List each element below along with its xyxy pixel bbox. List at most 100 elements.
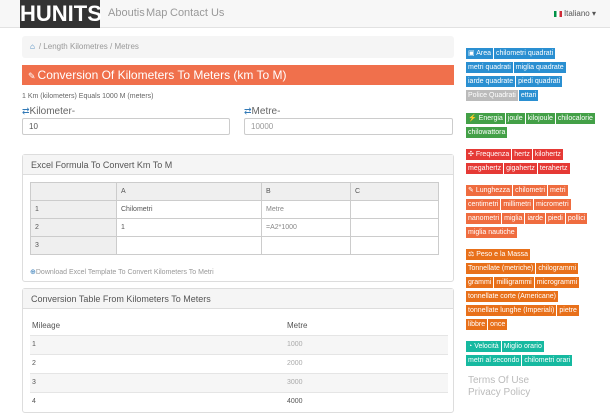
sidebar-tag[interactable]: chilometri: [513, 185, 548, 196]
sidebar-tag[interactable]: piedi: [546, 213, 565, 224]
sidebar-tag[interactable]: Tonnellate (metriche): [466, 263, 536, 274]
nav-link-map[interactable]: Map: [146, 7, 167, 19]
conversion-panel-heading: Conversion Table From Kilometers To Mete…: [23, 289, 453, 309]
excel-table: A B C 1 Chilometri Metre 2 1 =A2*1000 3: [30, 182, 439, 255]
sidebar-tag[interactable]: iarde: [525, 213, 546, 224]
sidebar-tag[interactable]: pollici: [565, 213, 588, 224]
sidebar-tag[interactable]: tonnellate lunghe (Imperiali): [466, 305, 557, 316]
swap-arrows-icon: ⇄: [244, 106, 252, 116]
excel-cell: =A2*1000: [261, 218, 351, 237]
sidebar-tag[interactable]: nanometri: [466, 213, 502, 224]
excel-cell: [350, 236, 439, 255]
sidebar-tag[interactable]: milligrammi: [494, 277, 534, 288]
italy-flag-icon: [553, 10, 562, 17]
caret-down-icon: ▾: [591, 9, 596, 18]
sidebar-tag[interactable]: chilocalorie: [555, 113, 595, 124]
excel-cell: [261, 236, 351, 255]
excel-row-number: 1: [30, 200, 117, 219]
sidebar-tag[interactable]: tonnellate corte (Americane): [466, 291, 558, 302]
sidebar-tag-peso[interactable]: ⚖ Peso e la Massa: [466, 249, 530, 260]
sidebar-tag[interactable]: piedi quadrati: [516, 76, 563, 87]
sidebar-group-frequenza: ✣ Frequenza hertz kilohertz megahertz gigahe…: [466, 148, 596, 176]
sidebar-tag[interactable]: metri quadrati: [466, 62, 513, 73]
table-row: 2 2000: [30, 353, 448, 373]
sidebar-tag[interactable]: micrometri: [533, 199, 571, 210]
excel-panel-heading: Excel Formula To Convert Km To M: [23, 155, 453, 175]
sidebar-tag-energia[interactable]: ⚡ Energia: [466, 113, 505, 124]
sidebar-tag[interactable]: chilometri orari: [522, 355, 573, 366]
table-row: 1 1000: [30, 334, 448, 354]
brand-logo[interactable]: HUNITS: [20, 0, 102, 28]
excel-col-header: B: [261, 182, 351, 201]
sidebar-tag[interactable]: megahertz: [466, 163, 504, 174]
metre-input[interactable]: 10000: [244, 118, 453, 135]
privacy-policy-link[interactable]: Privacy Policy: [468, 387, 530, 399]
sidebar-tag[interactable]: microgrammi: [534, 277, 580, 288]
sidebar-tag[interactable]: metri: [548, 185, 568, 196]
breadcrumb: ⌂ / Length Kilometres / Metres: [22, 36, 454, 58]
excel-row-number: 3: [30, 236, 117, 255]
sidebar-tag[interactable]: millimetri: [501, 199, 533, 210]
kilometer-label: ⇄Kilometer-: [22, 106, 76, 117]
sidebar-tag[interactable]: centimetri: [466, 199, 501, 210]
sidebar-group-velocita: ◔ Velocità Miglio orario metri al secondo c…: [466, 340, 596, 368]
swap-arrows-icon: ⇄: [22, 106, 30, 116]
page-title: Conversion Of Kilometers To Meters (km T…: [37, 68, 287, 82]
sidebar-tag[interactable]: pietre: [557, 305, 579, 316]
sidebar-tag[interactable]: once: [488, 319, 508, 330]
excel-cell: [350, 200, 439, 219]
conversion-col-header: Metre: [287, 320, 308, 330]
nav-link-about[interactable]: Aboutis: [108, 7, 145, 19]
nav-link-contact[interactable]: Contact Us: [170, 7, 224, 19]
excel-cell: 1: [116, 218, 262, 237]
sidebar-tag[interactable]: miglia: [502, 213, 525, 224]
navbar: HUNITS Aboutis Map Contact Us Italiano ▾: [0, 0, 610, 28]
sidebar-tag[interactable]: joule: [505, 113, 525, 124]
sidebar-tag[interactable]: miglia nautiche: [466, 227, 517, 238]
language-selector[interactable]: Italiano ▾: [553, 9, 596, 18]
sidebar-tag[interactable]: gigahertz: [504, 163, 537, 174]
conversion-col-header: Mileage: [32, 320, 61, 330]
terms-of-use-link[interactable]: Terms Of Use: [468, 375, 530, 387]
sidebar-tag[interactable]: chilometri quadrati: [493, 48, 556, 59]
excel-col-header: C: [350, 182, 439, 201]
table-row: 3 3000: [30, 372, 448, 392]
page-title-bar: ✎ Conversion Of Kilometers To Meters (km …: [22, 65, 454, 85]
excel-row-number: 2: [30, 218, 117, 237]
table-row: 4 4000: [30, 391, 448, 411]
sidebar-tag[interactable]: Police Quadrati: [466, 90, 518, 101]
sidebar-tag[interactable]: chilogrammi: [536, 263, 579, 274]
sidebar-tag[interactable]: kilojoule: [525, 113, 555, 124]
home-icon[interactable]: ⌂: [30, 42, 35, 51]
sidebar-tag-area[interactable]: ▣ Area: [466, 48, 493, 59]
sidebar-tag[interactable]: libbre: [466, 319, 488, 330]
excel-cell: Metre: [261, 200, 351, 219]
sidebar-tag[interactable]: miglia quadrate: [513, 62, 566, 73]
conversion-equivalence: 1 Km (kilometers) Equals 1000 M (meters): [22, 93, 154, 100]
kilometer-input[interactable]: 10: [22, 118, 230, 135]
sidebar-tag[interactable]: iarde quadrate: [466, 76, 516, 87]
language-label: Italiano: [563, 9, 590, 18]
conversion-table: Mileage Metre 1 1000 2 2000 3 3000 4 4000: [30, 316, 448, 411]
excel-cell: [350, 218, 439, 237]
excel-col-header: A: [116, 182, 262, 201]
pencil-icon: ✎: [28, 71, 36, 81]
sidebar-tag-velocita[interactable]: ◔ Velocità: [466, 341, 501, 352]
sidebar-tag[interactable]: terahertz: [537, 163, 570, 174]
sidebar-tag[interactable]: kilohertz: [532, 149, 563, 160]
sidebar-group-lunghezza: ✎ Lunghezza chilometri metri centimetri mill…: [466, 184, 596, 240]
sidebar-tag[interactable]: hertz: [512, 149, 532, 160]
excel-cell: [116, 236, 262, 255]
sidebar-tag[interactable]: chilowattora: [466, 127, 508, 138]
sidebar-tag[interactable]: ettari: [518, 90, 539, 101]
sidebar-group-area: ▣ Area chilometri quadrati metri quadrati m…: [466, 47, 596, 103]
sidebar-tag[interactable]: metri al secondo: [466, 355, 522, 366]
metre-label: ⇄Metre-: [244, 106, 281, 117]
sidebar-tag[interactable]: grammi: [466, 277, 494, 288]
excel-corner: [30, 182, 117, 201]
sidebar-tag-lunghezza[interactable]: ✎ Lunghezza: [466, 185, 513, 196]
sidebar-tag-frequenza[interactable]: ✣ Frequenza: [466, 149, 512, 160]
breadcrumb-text[interactable]: / Length Kilometres / Metres: [39, 42, 139, 51]
sidebar-tag[interactable]: Miglio orario: [501, 341, 544, 352]
download-excel-link[interactable]: ⊕Download Excel Template To Convert Kilo…: [30, 268, 214, 276]
